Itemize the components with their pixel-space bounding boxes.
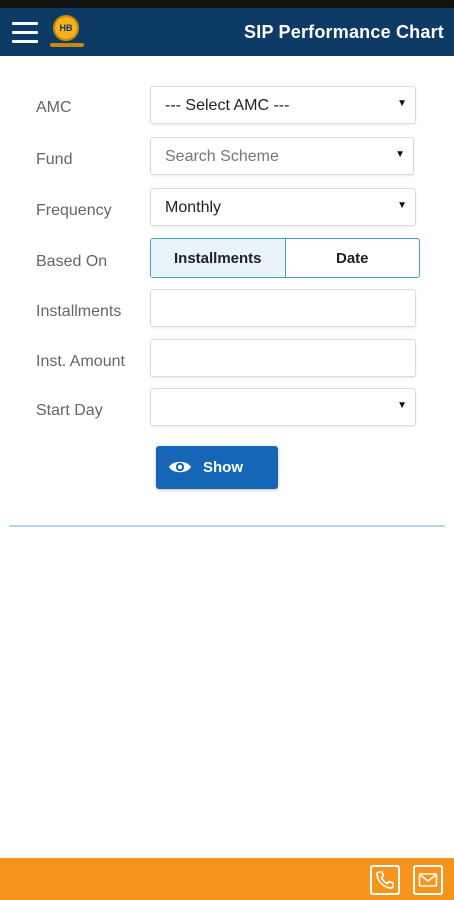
inst-amount-label: Inst. Amount: [36, 353, 125, 370]
page-title: SIP Performance Chart: [244, 22, 444, 42]
based-on-label: Based On: [36, 253, 108, 270]
phone-button[interactable]: [370, 865, 400, 895]
frequency-selected-value: Monthly: [165, 199, 222, 216]
hamburger-menu-icon[interactable]: [12, 22, 38, 44]
dropdown-arrow-icon: ▼: [397, 400, 407, 411]
start-day-label: Start Day: [36, 402, 103, 419]
mail-button[interactable]: [413, 865, 443, 895]
installments-label: Installments: [36, 303, 122, 320]
footer-bar: [0, 858, 454, 900]
fund-label: Fund: [36, 151, 73, 168]
fund-search-select[interactable]: Search Scheme ▼: [150, 137, 414, 175]
section-divider: [9, 525, 445, 527]
installments-option[interactable]: Installments: [151, 239, 286, 277]
dropdown-arrow-icon: ▼: [397, 98, 407, 109]
amc-label: AMC: [36, 99, 72, 116]
installments-input[interactable]: [150, 289, 416, 327]
dropdown-arrow-icon: ▼: [397, 200, 407, 211]
start-day-select[interactable]: ▼: [150, 388, 416, 426]
show-button[interactable]: Show: [156, 446, 278, 489]
amc-select[interactable]: --- Select AMC --- ▼: [150, 86, 416, 124]
dropdown-arrow-icon: ▼: [395, 149, 405, 160]
frequency-label: Frequency: [36, 202, 112, 219]
based-on-toggle: Installments Date: [150, 238, 420, 278]
app-header: HB SIP Performance Chart: [0, 8, 454, 56]
logo-badge: HB: [53, 15, 79, 41]
date-option[interactable]: Date: [286, 239, 420, 277]
phone-icon: [376, 871, 394, 889]
status-bar: [0, 0, 454, 8]
mail-icon: [418, 873, 438, 887]
amc-selected-value: --- Select AMC ---: [165, 97, 290, 114]
show-button-label: Show: [203, 459, 243, 476]
inst-amount-input[interactable]: [150, 339, 416, 377]
frequency-select[interactable]: Monthly ▼: [150, 188, 416, 226]
fund-placeholder: Search Scheme: [165, 148, 279, 165]
eye-icon: [169, 461, 191, 473]
app-logo: HB: [50, 15, 84, 49]
